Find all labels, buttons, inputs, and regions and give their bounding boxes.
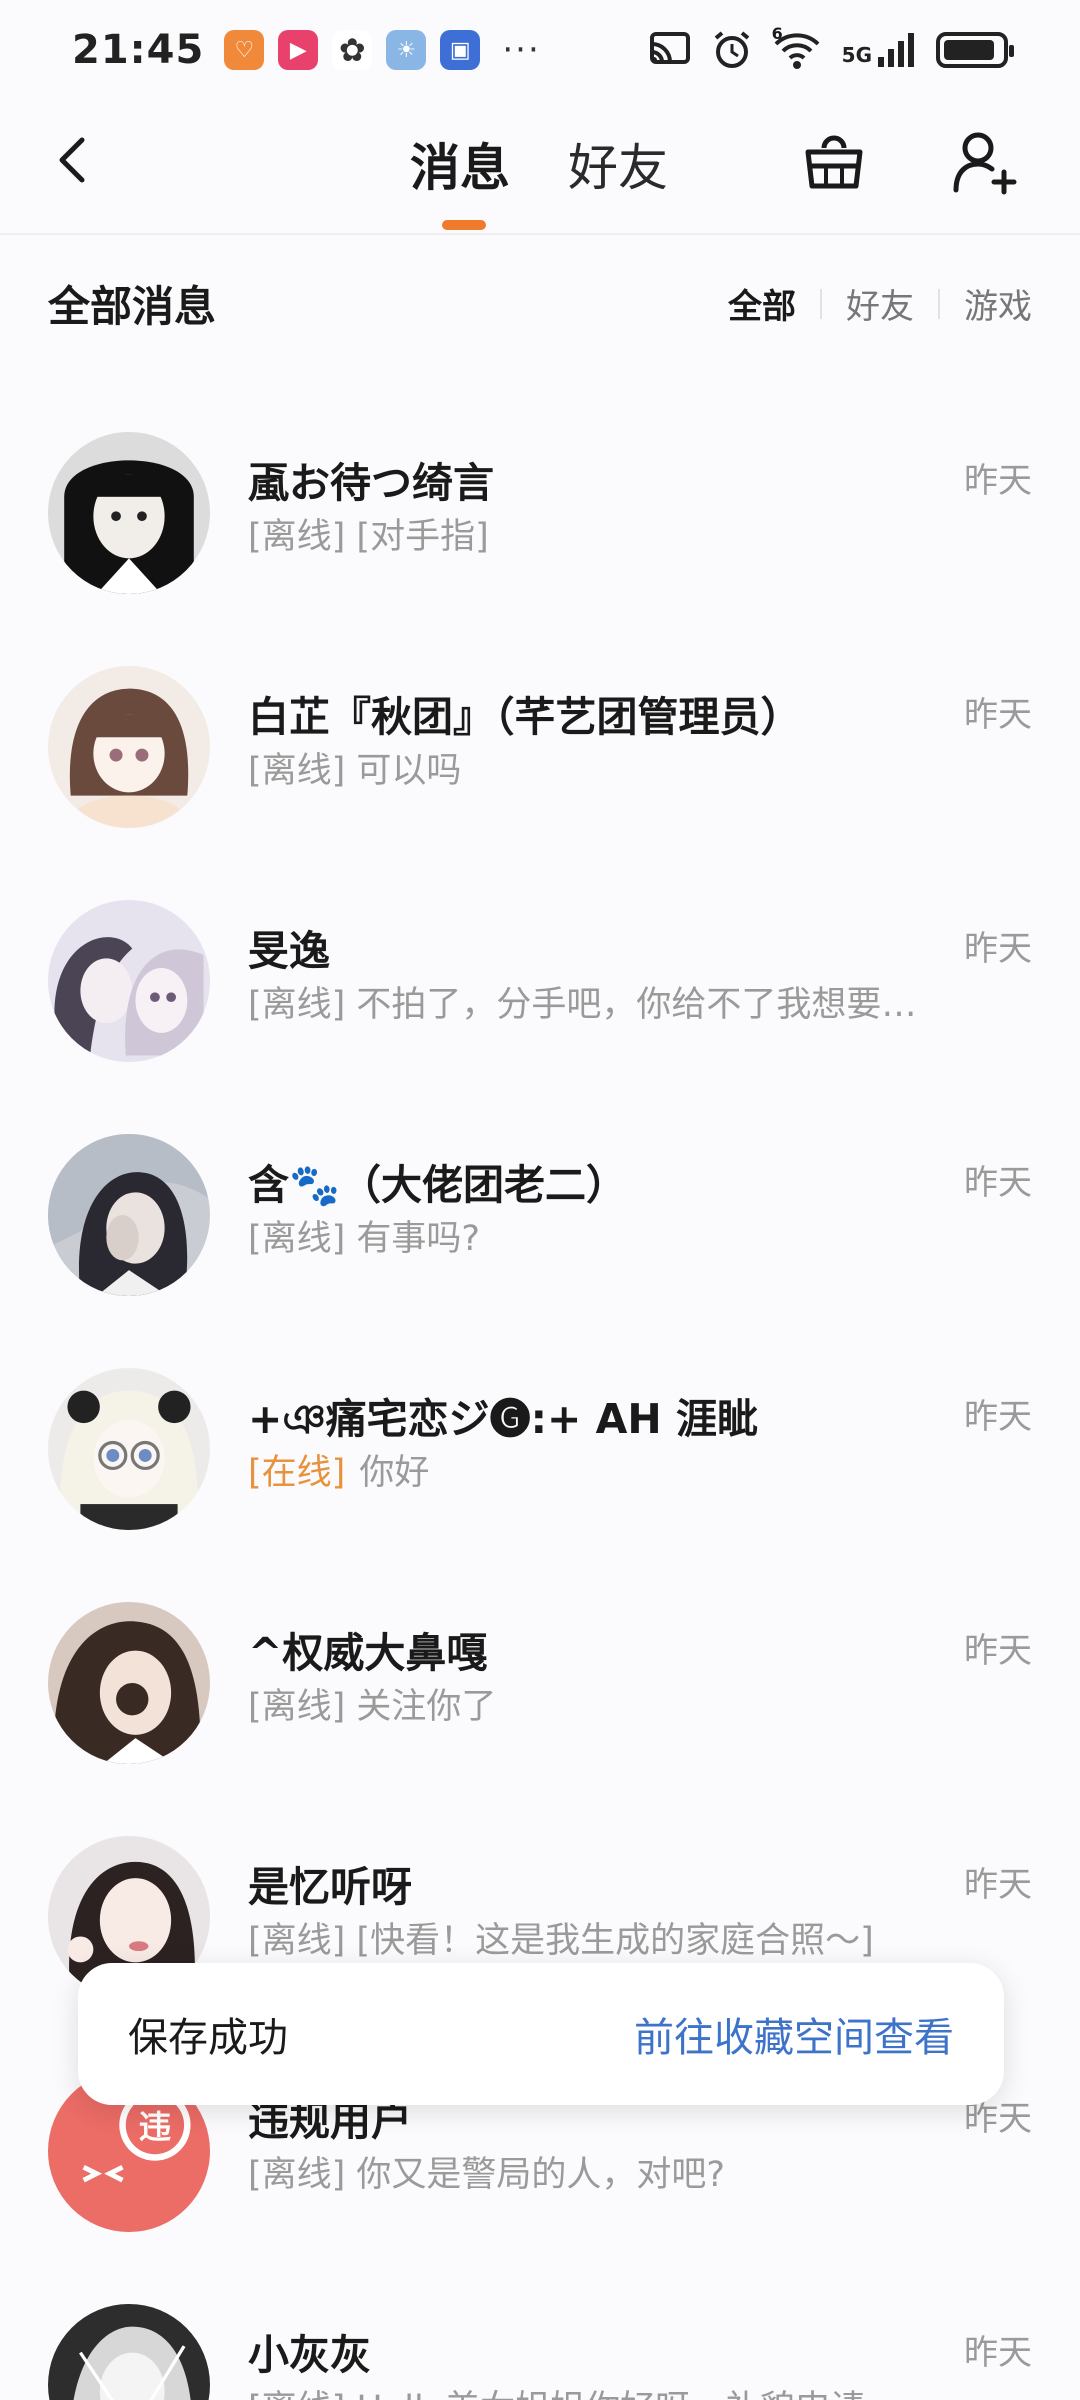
message-time: 昨天	[964, 1397, 1032, 1437]
cellular-signal: 5G	[842, 33, 916, 67]
message-preview: [离线] [快看！这是我生成的家庭合照～]	[248, 1921, 874, 1961]
battery-icon	[936, 32, 1014, 68]
wifi-badge: 6	[771, 24, 783, 43]
avatar[interactable]	[48, 666, 210, 828]
contact-name: 小灰灰	[248, 2331, 371, 2379]
tab-friends[interactable]: 好友	[568, 128, 668, 200]
filter-games[interactable]: 游戏	[940, 279, 1032, 328]
network-type: 5G	[841, 43, 872, 67]
blue-app-icon: ▣	[440, 30, 481, 70]
contact-name: 白芷『秋团』（芊艺团管理员）	[248, 693, 802, 741]
message-preview: [离线] 不拍了，分手吧，你给不了我想要的…	[248, 985, 948, 1025]
notification-icons: ♡ ▶ ✿ ☀ ▣ ···	[224, 30, 540, 70]
message-preview: [离线] 你又是警局的人，对吧?	[248, 2155, 726, 2195]
status-bar: 21:45 ♡ ▶ ✿ ☀ ▣ ··· 6 5G	[0, 0, 1080, 100]
list-item[interactable]: +ঞ痛宅恋ジ🅖:+ AH 涯眦 [在线] 你好 昨天	[0, 1301, 1080, 1535]
filter-row: 全部消息 全部 好友 游戏	[0, 235, 1080, 365]
list-item[interactable]: 小灰灰 [离线] Hello美女姐姐你好呀，礼貌申请 昨天	[0, 2237, 1080, 2400]
list-item[interactable]: 含🐾（大佬团老二） [离线] 有事吗? 昨天	[0, 1067, 1080, 1301]
save-success-toast: 保存成功 前往收藏空间查看	[78, 1963, 1004, 2105]
tab-messages[interactable]: 消息	[410, 128, 510, 200]
status-time: 21:45	[72, 27, 205, 73]
avatar[interactable]	[48, 2304, 210, 2400]
wechat-icon: ✿	[332, 30, 373, 70]
toast-message: 保存成功	[128, 2015, 288, 2061]
basket-icon[interactable]	[798, 126, 870, 198]
message-preview: [离线] 可以吗	[248, 751, 462, 791]
avatar[interactable]	[48, 1134, 210, 1296]
message-preview: [离线] Hello美女姐姐你好呀，礼貌申请	[248, 2380, 865, 2400]
avatar[interactable]	[48, 1368, 210, 1530]
message-preview: [离线] 关注你了	[248, 1687, 497, 1727]
list-item[interactable]: 颪お待つ绮言 [离线] [对手指] 昨天	[0, 365, 1080, 599]
back-icon[interactable]	[42, 128, 106, 192]
message-time: 昨天	[964, 461, 1032, 501]
add-friend-icon[interactable]	[948, 126, 1020, 198]
avatar[interactable]	[48, 1602, 210, 1764]
contact-name: 颪お待つ绮言	[248, 459, 494, 507]
filter-options: 全部 好友 游戏	[704, 279, 1032, 328]
list-item[interactable]: 白芷『秋团』（芊艺团管理员） [离线] 可以吗 昨天	[0, 599, 1080, 833]
list-item[interactable]: ^权威大鼻嘎 [离线] 关注你了 昨天	[0, 1535, 1080, 1769]
message-time: 昨天	[964, 929, 1032, 969]
online-status: [在线]	[248, 1453, 346, 1493]
message-time: 昨天	[964, 1631, 1032, 1671]
message-time: 昨天	[964, 1163, 1032, 1203]
weather-icon: ☀	[386, 30, 427, 70]
avatar[interactable]	[48, 900, 210, 1062]
cast-icon	[649, 32, 690, 64]
list-item[interactable]: 旻逸 [离线] 不拍了，分手吧，你给不了我想要的… 昨天	[0, 833, 1080, 1067]
filter-friends[interactable]: 好友	[822, 279, 938, 328]
signal-icon	[878, 33, 914, 67]
active-tab-indicator	[442, 220, 486, 230]
section-title: 全部消息	[48, 282, 217, 331]
message-preview: [在线] 你好	[248, 1444, 429, 1495]
message-preview: [离线] [对手指]	[248, 517, 489, 557]
top-nav-bar: 消息 好友	[0, 100, 1080, 235]
orange-app-icon: ♡	[224, 30, 265, 70]
avatar[interactable]	[48, 432, 210, 594]
more-notifications-icon: ···	[502, 30, 541, 70]
wifi-icon: 6	[772, 24, 822, 70]
contact-name: 是忆听呀	[248, 1863, 412, 1911]
contact-name: ^权威大鼻嘎	[248, 1629, 488, 1677]
contact-name: 含🐾（大佬团老二）	[248, 1161, 628, 1209]
message-text: 你好	[359, 1453, 430, 1493]
message-preview: [离线] 有事吗?	[248, 1219, 481, 1259]
filter-all[interactable]: 全部	[704, 279, 820, 328]
video-app-icon: ▶	[278, 30, 319, 70]
view-favorites-link[interactable]: 前往收藏空间查看	[634, 2005, 954, 2063]
message-time: 昨天	[964, 695, 1032, 735]
contact-name: 旻逸	[248, 927, 330, 975]
alarm-icon	[714, 31, 749, 68]
message-time: 昨天	[964, 2333, 1032, 2373]
message-time: 昨天	[964, 1865, 1032, 1905]
violation-badge: 违	[139, 2108, 171, 2146]
system-status: 6 5G	[648, 24, 1014, 70]
